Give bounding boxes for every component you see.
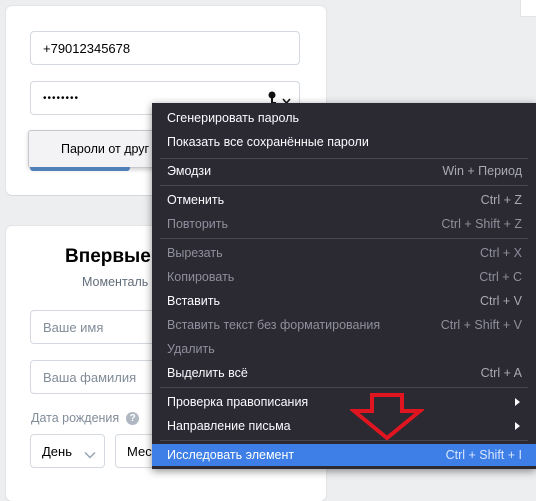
phone-input[interactable]: +79012345678 — [30, 31, 300, 65]
menu-item-shortcut: Ctrl + C — [479, 270, 522, 284]
menu-item-label: Исследовать элемент — [167, 448, 295, 462]
menu-separator — [160, 158, 528, 159]
menu-item-writing-direction[interactable]: Направление письма — [152, 415, 536, 437]
menu-item-cut[interactable]: Вырезать Ctrl + X — [152, 242, 536, 264]
menu-separator — [160, 185, 528, 186]
first-name-placeholder: Ваше имя — [43, 319, 104, 335]
last-name-placeholder: Ваша фамилия — [43, 369, 137, 385]
menu-item-label: Повторить — [167, 217, 229, 231]
menu-item-shortcut: Ctrl + Shift + I — [445, 448, 522, 462]
help-icon[interactable]: ? — [126, 411, 140, 425]
menu-separator — [160, 238, 528, 239]
menu-item-paste[interactable]: Вставить Ctrl + V — [152, 290, 536, 312]
menu-item-label: Направление письма — [167, 419, 291, 433]
login-button-edge — [30, 167, 130, 171]
menu-item-copy[interactable]: Копировать Ctrl + C — [152, 266, 536, 288]
day-select[interactable]: День — [30, 434, 105, 468]
registration-subtitle: Моменталь — [82, 275, 149, 289]
down-arrow-annotation-icon — [350, 393, 424, 441]
menu-item-select-all[interactable]: Выделить всё Ctrl + A — [152, 362, 536, 384]
birthdate-label: Дата рождения ? — [31, 411, 140, 425]
menu-item-label: Выделить всё — [167, 366, 248, 380]
menu-item-paste-plain[interactable]: Вставить текст без форматирования Ctrl +… — [152, 314, 536, 336]
day-value: День — [42, 443, 72, 459]
menu-item-label: Эмодзи — [167, 164, 212, 178]
menu-separator — [160, 440, 528, 441]
menu-item-label: Отменить — [167, 193, 225, 207]
menu-item-undo[interactable]: Отменить Ctrl + Z — [152, 189, 536, 211]
menu-item-shortcut: Win + Период — [442, 164, 522, 178]
menu-item-label: Проверка правописания — [167, 395, 309, 409]
chevron-down-icon — [84, 447, 96, 462]
submenu-arrow-icon — [515, 422, 520, 430]
phone-value: +79012345678 — [43, 40, 131, 56]
menu-item-inspect-element[interactable]: Исследовать элемент Ctrl + Shift + I — [152, 444, 536, 466]
menu-item-shortcut: Ctrl + X — [479, 246, 522, 260]
menu-item-label: Удалить — [167, 342, 215, 356]
menu-item-generate-password[interactable]: Сгенерировать пароль — [152, 107, 536, 129]
menu-item-shortcut: Ctrl + Shift + V — [440, 318, 522, 332]
month-value: Мес — [127, 443, 152, 459]
menu-item-shortcut: Ctrl + Z — [480, 193, 522, 207]
menu-item-label: Показать все сохранённые пароли — [167, 135, 369, 149]
menu-item-label: Копировать — [167, 270, 235, 284]
menu-item-label: Вставить текст без форматирования — [167, 318, 381, 332]
menu-item-label: Вставить — [167, 294, 220, 308]
menu-item-emoji[interactable]: Эмодзи Win + Период — [152, 160, 536, 182]
menu-item-show-saved-passwords[interactable]: Показать все сохранённые пароли — [152, 131, 536, 153]
menu-item-label: Вырезать — [167, 246, 223, 260]
menu-item-shortcut: Ctrl + V — [479, 294, 522, 308]
registration-title: Впервые — [65, 246, 151, 267]
right-panel-corner — [520, 0, 536, 17]
menu-item-shortcut: Ctrl + Shift + Z — [441, 217, 522, 231]
submenu-arrow-icon — [515, 398, 520, 406]
birthdate-label-text: Дата рождения — [31, 411, 120, 425]
context-menu: Сгенерировать пароль Показать все сохран… — [152, 103, 536, 469]
menu-item-delete[interactable]: Удалить — [152, 338, 536, 360]
menu-item-shortcut: Ctrl + A — [480, 366, 522, 380]
menu-item-label: Сгенерировать пароль — [167, 111, 300, 125]
passwords-button-label: Пароли от друг — [61, 142, 150, 156]
menu-separator — [160, 387, 528, 388]
password-value: •••••••• — [43, 92, 80, 104]
menu-item-spellcheck[interactable]: Проверка правописания — [152, 391, 536, 413]
menu-item-redo[interactable]: Повторить Ctrl + Shift + Z — [152, 213, 536, 235]
